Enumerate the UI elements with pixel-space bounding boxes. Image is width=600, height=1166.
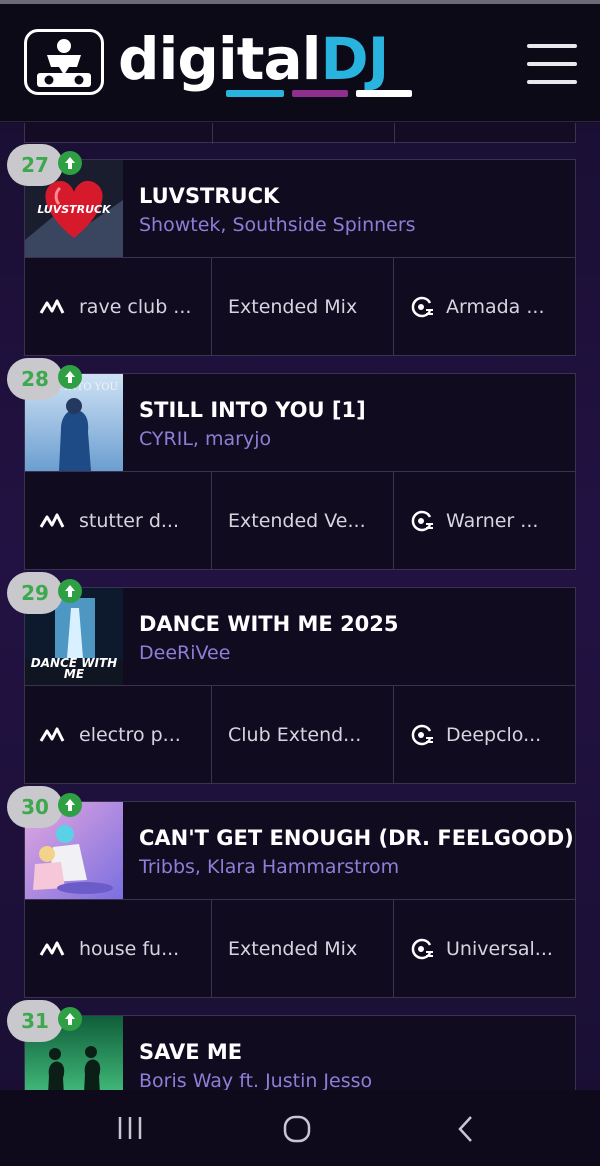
track-title[interactable]: STILL INTO YOU [1] [139,398,366,422]
logo-bar-cyan [226,90,284,97]
menu-line [527,44,577,48]
record-label-icon [411,296,433,317]
mix-cell[interactable]: Extended Mix [212,258,394,355]
label-cell[interactable]: Universal... [394,900,575,997]
rank-badge: 28 [7,358,63,400]
label-cell[interactable]: Warner ... [394,472,575,569]
record-label-icon [411,724,433,745]
track-artists[interactable]: Showtek, Southside Spinners [139,214,416,236]
genre-text: house fu... [79,937,180,960]
rank-up-arrow-icon [58,365,82,389]
app-header: digitalDJ [0,4,600,122]
logo-wordmark[interactable]: digitalDJ [118,25,390,93]
genre-cell[interactable]: house fu... [25,900,212,997]
cover-text: DANCE WITH ME [30,656,118,681]
label-cell[interactable]: Deepclo... [394,686,575,783]
track-card[interactable]: STILL INTO YOU STILL INTO YOU [1] CYRIL,… [7,358,576,570]
label-text: Deepclo... [446,723,542,746]
genre-cell[interactable]: stutter d... [25,472,212,569]
genre-cell[interactable]: electro p... [25,686,212,783]
back-icon[interactable] [454,1114,478,1144]
rank-up-arrow-icon [58,793,82,817]
mix-text: Extended Mix [228,937,358,960]
track-details: stutter d... Extended Ve... Warner ... [25,472,575,569]
track-header: CAN'T GET ENOUGH (DR. FEELGOOD) Tribbs, … [25,802,575,900]
cover-text: LUVSTRUCK [37,203,111,216]
rank-up-arrow-icon [58,1007,82,1031]
track-artists[interactable]: Tribbs, Klara Hammarstrom [139,856,399,878]
rank-up-arrow-icon [58,151,82,175]
recent-apps-icon[interactable] [116,1114,144,1142]
genre-icon [39,727,65,742]
track-details: rave club ... Extended Mix Armada ... [25,258,575,355]
track-artists[interactable]: CYRIL, maryjo [139,428,271,450]
system-navigation-bar [0,1090,600,1166]
previous-track-card[interactable] [24,123,576,144]
mix-text: Extended Mix [228,295,358,318]
track-header: SAVE ME Boris Way ft. Justin Jesso [25,1016,575,1090]
track-details: electro p... Club Extend... Deepclo... [25,686,575,783]
track-header: LUVSTRUCK LUVSTRUCK Showtek, Southside S… [25,160,575,258]
track-card[interactable]: DANCE WITH ME DANCE WITH ME 2025 DeeRiVe… [7,572,576,784]
track-title[interactable]: SAVE ME [139,1040,242,1064]
rank-badge: 30 [7,786,63,828]
menu-line [527,62,577,66]
track-details: house fu... Extended Mix Universal... [25,900,575,997]
logo-color-bars [226,90,416,98]
genre-icon [39,513,65,528]
mix-cell[interactable]: Extended Ve... [212,472,394,569]
label-cell[interactable]: Armada ... [394,258,575,355]
logo-icon[interactable] [24,29,104,95]
menu-line [527,80,577,84]
genre-text: electro p... [79,723,181,746]
track-header: STILL INTO YOU STILL INTO YOU [1] CYRIL,… [25,374,575,472]
genre-text: rave club ... [79,295,192,318]
label-text: Armada ... [446,295,545,318]
genre-cell[interactable]: rave club ... [25,258,212,355]
track-title[interactable]: CAN'T GET ENOUGH (DR. FEELGOOD) [139,826,574,850]
genre-text: stutter d... [79,509,180,532]
genre-icon [39,941,65,956]
hamburger-menu-button[interactable] [527,44,579,88]
track-artists[interactable]: DeeRiVee [139,642,230,664]
label-text: Universal... [446,937,553,960]
logo-bar-magenta [292,90,348,97]
rank-badge: 27 [7,144,63,186]
mix-cell[interactable]: Club Extend... [212,686,394,783]
genre-icon [39,299,65,314]
mix-cell[interactable]: Extended Mix [212,900,394,997]
label-text: Warner ... [446,509,539,532]
rank-up-arrow-icon [58,579,82,603]
track-card[interactable]: SAVE ME Boris Way ft. Justin Jesso 31 [7,1000,576,1090]
home-icon[interactable] [282,1114,312,1144]
rank-badge: 31 [7,1000,63,1042]
track-artists[interactable]: Boris Way ft. Justin Jesso [139,1070,372,1090]
rank-badge: 29 [7,572,63,614]
record-label-icon [411,938,433,959]
logo-text-digital: digital [118,25,322,93]
mix-text: Extended Ve... [228,509,366,532]
chart-list[interactable]: LUVSTRUCK LUVSTRUCK Showtek, Southside S… [0,123,600,1090]
record-label-icon [411,510,433,531]
logo-bar-white [356,90,412,97]
track-card[interactable]: LUVSTRUCK LUVSTRUCK Showtek, Southside S… [7,144,576,356]
logo-text-dj: DJ [320,25,390,93]
track-card[interactable]: CAN'T GET ENOUGH (DR. FEELGOOD) Tribbs, … [7,786,576,998]
track-title[interactable]: LUVSTRUCK [139,184,279,208]
mix-text: Club Extend... [228,723,362,746]
track-title[interactable]: DANCE WITH ME 2025 [139,612,399,636]
track-header: DANCE WITH ME DANCE WITH ME 2025 DeeRiVe… [25,588,575,686]
